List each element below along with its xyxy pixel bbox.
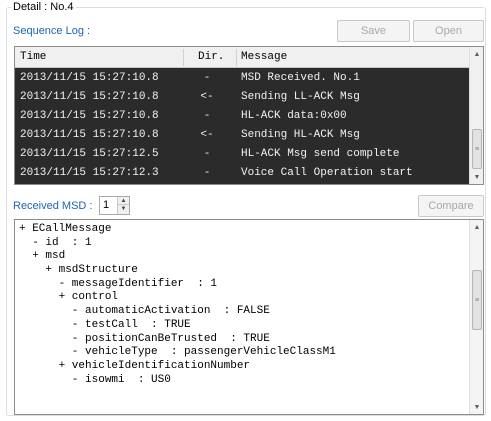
log-row[interactable]: 2013/11/15 15:27:10.8 - MSD Received. No.1: [15, 69, 470, 88]
tree-node[interactable]: - isowmi : US0: [19, 374, 336, 388]
grip-icon: ≡: [474, 145, 480, 153]
log-message-cell: Sending LL-ACK Msg: [241, 91, 360, 103]
log-dir-cell: -: [203, 110, 211, 122]
log-message-cell: Voice Call Operation start: [241, 167, 413, 179]
chevron-up-icon[interactable]: ▲: [470, 47, 483, 61]
received-msd-value[interactable]: 1: [103, 199, 109, 211]
column-header-message[interactable]: Message: [236, 47, 287, 68]
tree-node[interactable]: + ECallMessage: [19, 223, 336, 237]
tree-node[interactable]: - vehicleType : passengerVehicleClassM1: [19, 346, 336, 360]
received-msd-label: Received MSD :: [13, 200, 93, 212]
chevron-down-icon[interactable]: ▼: [470, 170, 483, 184]
column-header-dir[interactable]: Dir.: [193, 47, 224, 68]
msd-tree-view[interactable]: + ECallMessage - id : 1 + msd + msdStruc…: [14, 219, 484, 415]
sequence-log-label: Sequence Log :: [13, 25, 91, 37]
chevron-down-icon[interactable]: ▼: [470, 400, 483, 414]
log-time-cell: 2013/11/15 15:27:12.5: [20, 148, 159, 160]
log-message-cell: HL-ACK Msg send complete: [241, 148, 400, 160]
log-scrollbar-thumb[interactable]: ≡: [472, 129, 482, 169]
log-header: Time Dir. Message: [15, 47, 470, 68]
log-message-cell: MSD Received. No.1: [241, 72, 360, 84]
tree-node[interactable]: - testCall : TRUE: [19, 319, 336, 333]
log-dir-cell: -: [203, 148, 211, 160]
tree-scrollbar[interactable]: ▲ ≡ ▼: [469, 220, 483, 414]
compare-button[interactable]: Compare: [418, 195, 484, 217]
log-dir-cell: -: [203, 72, 211, 84]
log-time-cell: 2013/11/15 15:27:12.3: [20, 167, 159, 179]
log-row[interactable]: 2013/11/15 15:27:10.8 - HL-ACK data:0x00: [15, 107, 470, 126]
tree-node[interactable]: - messageIdentifier : 1: [19, 278, 336, 292]
received-msd-stepper[interactable]: 1 ▲ ▼: [99, 196, 130, 215]
log-message-cell: HL-ACK data:0x00: [241, 110, 347, 122]
log-time-cell: 2013/11/15 15:27:10.8: [20, 110, 159, 122]
log-dir-cell: <-: [200, 129, 214, 141]
log-dir-cell: -: [203, 167, 211, 179]
sequence-log-table[interactable]: Time Dir. Message 2013/11/15 15:27:10.8 -…: [14, 46, 484, 185]
log-row[interactable]: 2013/11/15 15:27:12.3 - Voice Call Operati…: [15, 164, 470, 183]
log-message-cell: Sending HL-ACK Msg: [241, 129, 360, 141]
column-header-time[interactable]: Time: [15, 47, 46, 68]
chevron-up-icon[interactable]: ▲: [470, 220, 483, 234]
tree-scrollbar-thumb[interactable]: ≡: [472, 270, 482, 330]
log-rows: 2013/11/15 15:27:10.8 - MSD Received. No.1…: [15, 69, 470, 183]
tree-node[interactable]: - automaticActivation : FALSE: [19, 305, 336, 319]
open-button[interactable]: Open: [413, 20, 484, 42]
column-divider[interactable]: [183, 49, 184, 66]
log-scrollbar[interactable]: ▲ ≡ ▼: [469, 47, 483, 184]
tree-node[interactable]: - positionCanBeTrusted : TRUE: [19, 333, 336, 347]
tree-node[interactable]: + msd: [19, 250, 336, 264]
tree-lines: + ECallMessage - id : 1 + msd + msdStruc…: [19, 223, 336, 387]
group-title: Detail : No.4: [11, 0, 76, 14]
log-time-cell: 2013/11/15 15:27:10.8: [20, 91, 159, 103]
log-row[interactable]: 2013/11/15 15:27:10.8 <- Sending LL-ACK Ms…: [15, 88, 470, 107]
log-time-cell: 2013/11/15 15:27:10.8: [20, 129, 159, 141]
tree-node[interactable]: + msdStructure: [19, 264, 336, 278]
tree-node[interactable]: - id : 1: [19, 237, 336, 251]
tree-node[interactable]: + vehicleIdentificationNumber: [19, 360, 336, 374]
log-time-cell: 2013/11/15 15:27:10.8: [20, 72, 159, 84]
log-row[interactable]: 2013/11/15 15:27:12.5 - HL-ACK Msg send co…: [15, 145, 470, 164]
save-button[interactable]: Save: [337, 20, 410, 42]
tree-node[interactable]: + control: [19, 291, 336, 305]
log-row[interactable]: 2013/11/15 15:27:10.8 <- Sending HL-ACK Ms…: [15, 126, 470, 145]
log-dir-cell: <-: [200, 91, 214, 103]
stepper-down-icon[interactable]: ▼: [118, 205, 129, 213]
grip-icon: ≡: [474, 296, 480, 304]
stepper-up-icon[interactable]: ▲: [118, 197, 129, 205]
